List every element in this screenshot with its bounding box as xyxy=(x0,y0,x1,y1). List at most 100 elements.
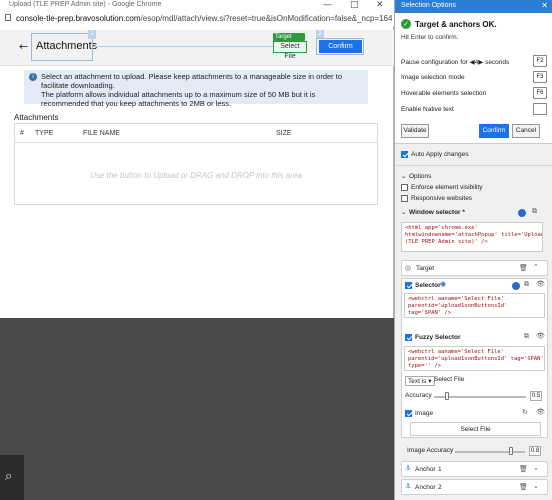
image-preview[interactable]: Select File xyxy=(410,422,541,436)
chevron-down-icon[interactable]: ⌄ xyxy=(533,482,539,490)
column-header-file-name: FILE NAME xyxy=(83,130,120,137)
chevron-up-icon[interactable]: ⌃ xyxy=(533,263,539,271)
anchor-icon: ⚓ xyxy=(405,464,412,472)
attachments-table[interactable]: # TYPE FILE NAME SIZE Use the button to … xyxy=(14,123,378,205)
cancel-button[interactable]: Cancel xyxy=(512,124,540,138)
check-icon: ✓ xyxy=(401,19,411,29)
chrome-icon xyxy=(518,209,526,217)
hint-text: Hit Enter to confirm. xyxy=(401,34,459,41)
trash-icon[interactable]: 🗑 xyxy=(519,264,528,272)
fuzzy-selector-code[interactable]: <webctrl aaname='Select File' parentid='… xyxy=(404,346,545,371)
select-file-button[interactable]: Select File xyxy=(273,41,307,60)
image-mode-row: Image selection mode F3 xyxy=(401,71,547,85)
selector-label: Selector xyxy=(415,282,441,289)
refresh-icon[interactable]: ↻ xyxy=(522,408,528,416)
hover-key[interactable]: F6 xyxy=(533,87,547,99)
window-title: Upload (TLE PREP Admin site) - Google Ch… xyxy=(9,1,162,8)
image-label: Image xyxy=(415,410,434,417)
image-accuracy-slider-thumb[interactable] xyxy=(509,447,513,455)
divider xyxy=(395,165,552,166)
image-mode-key[interactable]: F3 xyxy=(533,71,547,83)
panel-title: Selection Options xyxy=(401,2,456,9)
pause-label: Pause configuration for ◀4▶ seconds xyxy=(401,59,510,66)
fuzzy-selector-checkbox[interactable] xyxy=(405,334,412,341)
anchor-marker-1: 1 xyxy=(88,30,96,39)
enforce-visibility-label: Enforce element visibility xyxy=(411,184,483,191)
trash-icon[interactable]: 🗑 xyxy=(519,483,528,491)
text-value[interactable]: Select File xyxy=(434,376,464,383)
header-divider xyxy=(15,142,377,143)
chevron-down-icon[interactable]: ⌄ xyxy=(401,172,406,180)
native-text-key[interactable] xyxy=(533,103,547,115)
address-bar[interactable]: console-tle-prep.bravosolution.com/esop/… xyxy=(0,12,394,26)
drop-zone-message[interactable]: Use the button to Upload or DRAG and DRO… xyxy=(15,171,377,180)
anchor-1-label: Anchor xyxy=(415,466,436,473)
column-header-size: SIZE xyxy=(276,130,292,137)
accuracy-label: Accuracy xyxy=(405,392,432,399)
chevron-down-icon[interactable]: ⌄ xyxy=(401,208,406,216)
selector-checkbox[interactable] xyxy=(405,282,412,289)
copy-icon[interactable]: ⧉ xyxy=(524,280,529,289)
window-titlebar: Upload (TLE PREP Admin site) - Google Ch… xyxy=(0,0,394,12)
page-confirm-button[interactable]: Confirm xyxy=(319,40,362,53)
native-text-label: Enable Native text xyxy=(401,106,454,113)
eye-icon[interactable]: 👁 xyxy=(536,332,545,340)
pause-row: Pause configuration for ◀4▶ seconds F2 xyxy=(401,55,547,69)
panel-titlebar: Selection Options ✕ xyxy=(395,0,552,13)
image-accuracy-value[interactable]: 0.8 xyxy=(529,446,541,456)
chrome-icon xyxy=(512,282,520,290)
responsive-label: Responsive websites xyxy=(411,195,473,202)
validate-button[interactable]: Validate xyxy=(401,124,429,138)
confirm-button[interactable]: Confirm xyxy=(479,124,509,138)
responsive-checkbox[interactable] xyxy=(401,195,408,202)
back-arrow-icon[interactable]: ← xyxy=(19,40,28,53)
close-icon[interactable]: ✕ xyxy=(541,1,548,10)
match-type-dropdown[interactable]: Text is ▾ xyxy=(405,376,435,386)
info-icon: i xyxy=(29,73,37,81)
auto-apply-label: Auto Apply changes xyxy=(411,151,469,158)
copy-icon[interactable]: ⧉ xyxy=(524,332,529,341)
trash-icon[interactable]: 🗑 xyxy=(519,465,528,473)
selector-options-pane: Auto Apply changes ⌄ Options Enforce ele… xyxy=(395,146,552,500)
image-checkbox[interactable] xyxy=(405,410,412,417)
eye-icon[interactable]: 👁 xyxy=(536,280,545,288)
target-card: ◎ Target 🗑 ⌃ xyxy=(401,260,548,276)
maximize-button[interactable]: □ xyxy=(350,0,359,10)
minimize-button[interactable]: — xyxy=(323,0,332,10)
image-accuracy-slider-track[interactable] xyxy=(455,451,525,453)
target-tag: Target xyxy=(273,33,305,41)
window-selector-code[interactable]: <html app='chrome.exe' htmlwindowname='a… xyxy=(401,222,543,252)
copy-icon[interactable]: ⧉ xyxy=(532,207,537,216)
eye-icon[interactable]: 👁 xyxy=(536,408,545,416)
url-text[interactable]: console-tle-prep.bravosolution.com/esop/… xyxy=(16,14,392,23)
hover-label: Hoverable elements selection xyxy=(401,90,487,97)
image-accuracy-label: Image Accuracy xyxy=(407,447,454,454)
accuracy-value[interactable]: 0.5 xyxy=(530,391,542,401)
native-text-row: Enable Native text xyxy=(401,103,547,117)
anchor-frame-1 xyxy=(31,33,93,61)
window-selector-label: Window selector * xyxy=(409,209,465,216)
column-header-type: TYPE xyxy=(35,130,54,137)
highlight-icon[interactable]: ◉ xyxy=(440,280,446,288)
enforce-visibility-checkbox[interactable] xyxy=(401,184,408,191)
image-mode-label: Image selection mode xyxy=(401,74,465,81)
close-button[interactable]: ✕ xyxy=(376,0,384,10)
search-icon[interactable]: ⌕ xyxy=(5,469,12,484)
anchor-2-card: ⚓ Anchor 2 🗑 ⌄ xyxy=(401,479,548,495)
lock-icon[interactable] xyxy=(5,14,11,21)
info-text: Select an attachment to upload. Please k… xyxy=(41,72,343,108)
anchor-1-card: ⚓ Anchor 1 🗑 ⌄ xyxy=(401,461,548,477)
desktop-background xyxy=(0,318,394,500)
accuracy-slider-thumb[interactable] xyxy=(444,392,449,400)
anchor-2-label: Anchor xyxy=(415,484,436,491)
options-header: Options xyxy=(409,173,432,180)
pause-key[interactable]: F2 xyxy=(533,55,547,67)
info-banner: i Select an attachment to upload. Please… xyxy=(24,70,368,108)
anchor-2-number: 2 xyxy=(438,484,442,491)
column-header-number: # xyxy=(20,130,24,137)
selector-code[interactable]: <webctrl aaname='Select File' parentid='… xyxy=(404,293,545,318)
anchor-icon: ⚓ xyxy=(405,482,412,490)
selection-status-dialog: ✓ Target & anchors OK. Hit Enter to conf… xyxy=(395,13,552,144)
auto-apply-checkbox[interactable] xyxy=(401,151,408,158)
chevron-down-icon[interactable]: ⌄ xyxy=(533,464,539,472)
